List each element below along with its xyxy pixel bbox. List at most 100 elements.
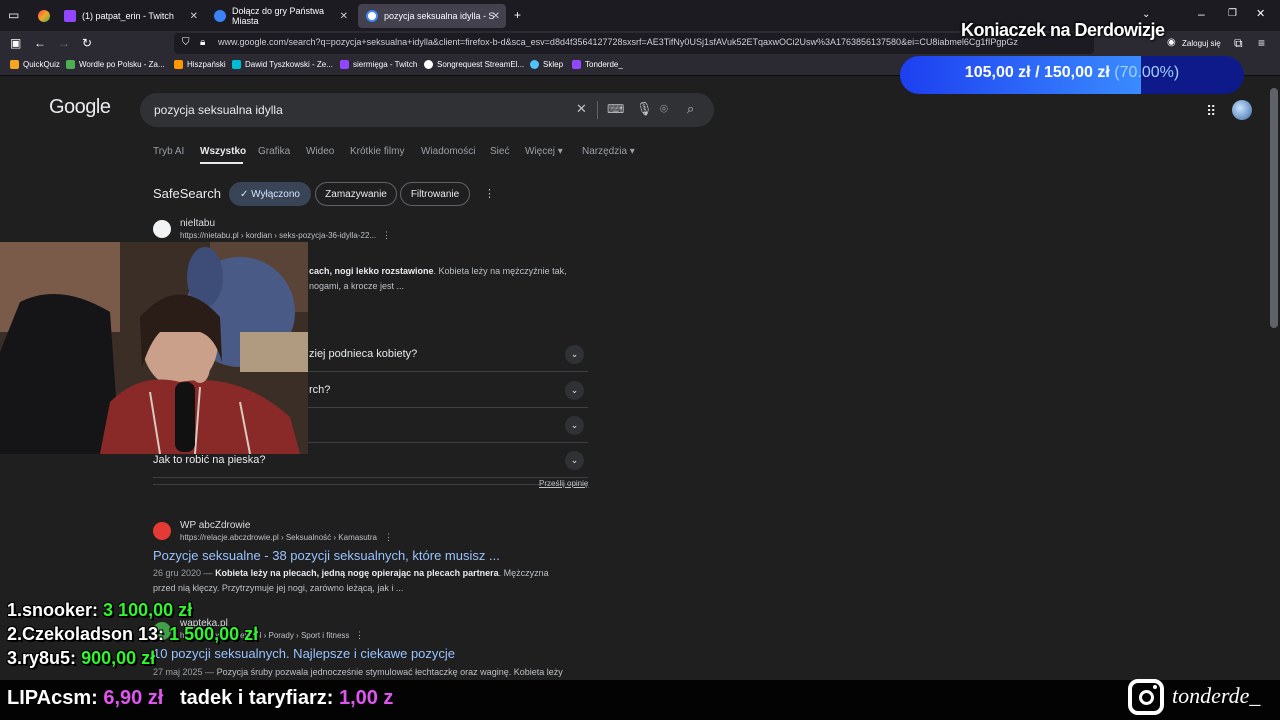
safesearch-blur-chip[interactable]: Zamazywanie (315, 182, 397, 206)
result-site-name: WP abcZdrowie (180, 520, 251, 531)
avatar[interactable] (1232, 100, 1252, 120)
instagram-handle: tonderde_ (1172, 683, 1261, 708)
apps-grid-icon[interactable]: ⠿ (1206, 103, 1216, 120)
bookmark-tyszkowski[interactable]: Dawid Tyszkowski - Ze... (232, 60, 333, 69)
result-title-link[interactable]: Pozycje seksualne - 38 pozycji seksualny… (153, 548, 500, 563)
search-input[interactable]: pozycja seksualna idylla (154, 103, 283, 117)
camera-lens-icon[interactable]: ⌾ (660, 102, 668, 116)
safesearch-label: SafeSearch (153, 186, 221, 201)
result-date: 26 gru 2020 — (153, 568, 213, 578)
shield-icon[interactable]: ⛉ (182, 37, 190, 49)
tab-google-search[interactable]: pozycja seksualna idylla - Szuka ✕ (358, 4, 506, 28)
lock-icon[interactable]: 🔒︎ (200, 37, 205, 49)
menu-icon[interactable]: ≡ (1258, 37, 1265, 49)
bookmark-hiszpanski[interactable]: Hiszpański (174, 60, 226, 69)
forward-icon[interactable]: → (58, 37, 70, 49)
goal-separator: / (1035, 64, 1040, 81)
result-url[interactable]: https://relacje.abczdrowie.pl › Seksualn… (180, 533, 377, 542)
google-logo[interactable]: Google (49, 96, 111, 119)
more-options-icon[interactable]: ⋮ (355, 630, 364, 641)
bookmark-icon (174, 60, 183, 69)
tab-all[interactable]: Wszystko (200, 146, 246, 157)
result-date: 27 maj 2025 — (153, 667, 215, 677)
tab-web[interactable]: Sieć (490, 146, 509, 157)
extensions-icon[interactable]: ⧉ (1234, 37, 1243, 49)
new-tab-icon[interactable]: + (514, 9, 521, 21)
safesearch-off-chip[interactable]: ✓ Wyłączono (229, 182, 311, 206)
feedback-link[interactable]: Prześlij opinię (539, 479, 588, 488)
bookmark-icon (424, 60, 433, 69)
more-options-icon[interactable]: ⋮ (484, 187, 495, 200)
close-tab-icon[interactable]: ✕ (492, 11, 500, 22)
donor-amount: 3 100,00 zł (103, 600, 193, 620)
bookmark-songrequest[interactable]: Songrequest StreamEl... (424, 60, 524, 69)
donor-name: 3.ry8u5: (7, 648, 77, 668)
maximize-icon[interactable]: ❐ (1228, 8, 1237, 20)
donor-name: 1.snooker: (7, 600, 99, 620)
scrollbar[interactable] (1268, 76, 1280, 720)
keyboard-icon[interactable]: ⌨ (607, 102, 624, 116)
close-tab-icon[interactable]: ✕ (340, 11, 348, 22)
safesearch-filter-chip[interactable]: Filtrowanie (400, 182, 470, 206)
result-title-link[interactable]: 10 pozycji seksualnych. Najlepsze i ciek… (153, 646, 455, 661)
microphone-icon[interactable]: 🎙︎ (636, 102, 653, 116)
tab-more[interactable]: Więcej ▾ (525, 146, 563, 157)
address-bar[interactable]: ⛉ 🔒︎ www.google.com/search?q=pozycja+sek… (174, 33, 1094, 54)
bookmark-icon (232, 60, 241, 69)
site-favicon (153, 522, 171, 540)
bookmark-label: Wordle po Polsku - Za... (79, 60, 165, 69)
result-url[interactable]: https://nietabu.pl › kordian › seks-pozy… (180, 231, 376, 240)
chevron-down-icon[interactable]: ⌄ (565, 416, 584, 435)
tab-twitch[interactable]: (1) patpat_erin - Twitch ✕ (56, 4, 204, 28)
tab-label: pozycja seksualna idylla - Szuka (384, 11, 494, 21)
leaderboard-entry: 1.snooker: 3 100,00 zł (7, 600, 192, 621)
leaderboard-entry: 2.Czekoladson 13: 1 500,00 zł (7, 624, 258, 645)
more-options-icon[interactable]: ⋮ (384, 532, 393, 543)
tab-news[interactable]: Wiadomości (421, 146, 475, 157)
result-snippet: 26 gru 2020 — Kobieta leży na plecach, j… (153, 566, 593, 596)
search-icon[interactable]: ⌕ (687, 102, 694, 116)
donor-amount: 1 500,00 zł (169, 624, 259, 644)
scrollbar-thumb[interactable] (1270, 88, 1278, 328)
more-options-icon[interactable]: ⋮ (382, 230, 391, 241)
bookmark-label: Sklep (543, 60, 564, 69)
twitch-icon (64, 10, 76, 22)
tab-tools[interactable]: Narzędzia ▾ (582, 146, 635, 157)
login-button[interactable]: Zaloguj się (1182, 39, 1221, 48)
active-tab-indicator (200, 162, 243, 164)
bookmark-label: Songrequest StreamEl... (437, 60, 525, 69)
bookmark-icon (572, 60, 581, 69)
webcam-feed (0, 242, 308, 454)
faq-question: Jak to robić na pieska? (153, 454, 266, 466)
bookmark-tonderde[interactable]: Tonderde_ (572, 60, 623, 69)
bookmark-icon (10, 60, 19, 69)
snippet-text: . Kobieta leży na mężczyźnie tak, (433, 266, 567, 276)
tab-pinned[interactable] (30, 4, 54, 28)
back-icon[interactable]: ← (34, 37, 46, 49)
tab-list-icon[interactable]: ▭ (8, 9, 19, 21)
account-icon[interactable]: ◉ (1167, 37, 1176, 49)
minimize-icon[interactable]: – (1198, 8, 1205, 20)
donor-amount: 900,00 zł (81, 648, 156, 668)
goal-percent: (70.00%) (1114, 64, 1180, 81)
tab-panstwa-miasta[interactable]: Dołącz do gry Państwa Miasta ✕ (206, 4, 354, 28)
faq-question: rch? (309, 384, 331, 396)
clear-icon[interactable]: ✕ (576, 102, 587, 116)
tab-images[interactable]: Grafika (258, 146, 290, 157)
tab-short-videos[interactable]: Krótkie filmy (350, 146, 404, 157)
close-tab-icon[interactable]: ✕ (190, 11, 198, 22)
chevron-down-icon[interactable]: ⌄ (565, 345, 584, 364)
tab-video[interactable]: Wideo (306, 146, 334, 157)
sidebar-icon[interactable]: ▣ (10, 37, 21, 49)
chevron-down-icon[interactable]: ⌄ (565, 451, 584, 470)
bookmark-wordle[interactable]: Wordle po Polsku - Za... (66, 60, 165, 69)
donation-ticker: LIPAcsm: 6,90 zł tadek i taryfiarz: 1,00… (0, 680, 1280, 720)
window-close-icon[interactable]: ✕ (1256, 8, 1265, 20)
bookmark-quickquiz[interactable]: QuickQuiz (10, 60, 60, 69)
chevron-down-icon[interactable]: ⌄ (565, 381, 584, 400)
bookmark-siermiega[interactable]: siermięga - Twitch (340, 60, 417, 69)
bookmark-sklep[interactable]: Sklep (530, 60, 563, 69)
search-box[interactable]: pozycja seksualna idylla ✕ ⌨ 🎙︎ ⌾ ⌕ (140, 93, 714, 127)
reload-icon[interactable]: ↻ (82, 37, 92, 49)
tab-ai-mode[interactable]: Tryb AI (153, 146, 184, 157)
